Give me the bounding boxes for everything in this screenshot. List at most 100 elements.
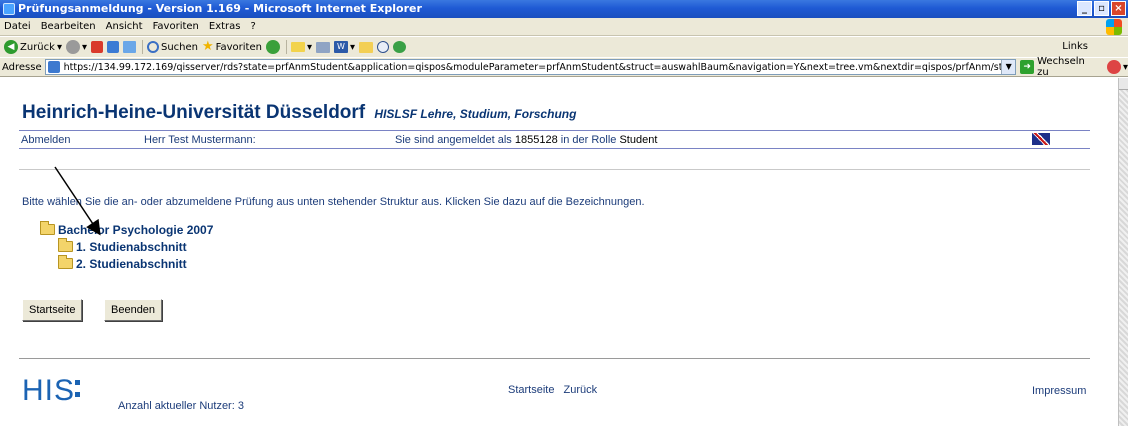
session-bar: Abmelden Herr Test Mustermann: Sie sind …	[19, 130, 1090, 149]
impressum-link[interactable]: Impressum	[1032, 385, 1086, 397]
favorites-button[interactable]: ★ Favoriten	[202, 40, 262, 54]
url-input[interactable]: https://134.99.172.169/qisserver/rds?sta…	[44, 59, 1017, 75]
refresh-icon	[107, 41, 119, 53]
language-flag-icon[interactable]	[1032, 133, 1050, 145]
footer-start-link[interactable]: Startseite	[508, 384, 554, 396]
favorites-label: Favoriten	[215, 41, 262, 53]
his-logo-dots	[75, 370, 81, 400]
back-arrow-icon: ◀	[4, 40, 18, 54]
messenger-icon	[377, 41, 390, 53]
refresh-button[interactable]	[107, 41, 119, 53]
login-prefix: Sie sind angemeldet als	[395, 134, 512, 146]
stop-icon	[91, 41, 103, 53]
footer-back-link[interactable]: Zurück	[564, 384, 598, 396]
page-content: Heinrich-Heine-Universität Düsseldorf HI…	[0, 78, 1128, 426]
page-icon	[47, 61, 60, 73]
star-icon: ★	[202, 39, 214, 54]
tree-item-label[interactable]: 2. Studienabschnitt	[76, 257, 187, 271]
maximize-button[interactable]: ▫	[1094, 1, 1109, 16]
stop-button[interactable]	[91, 41, 103, 53]
his-logo-text: HIS	[22, 374, 76, 407]
mail-icon	[290, 42, 305, 52]
ie-icon	[3, 3, 15, 15]
menu-help[interactable]: ?	[246, 21, 261, 32]
folder-open-icon	[40, 221, 55, 235]
login-info: Sie sind angemeldet als 1855128 in der R…	[395, 134, 657, 146]
back-label: Zurück	[20, 41, 55, 53]
print-button[interactable]	[316, 41, 331, 53]
go-label: Wechseln zu	[1037, 56, 1085, 78]
forward-arrow-icon	[65, 40, 80, 54]
toolbar: ◀ Zurück ▾ ▾ Suchen ★ Favoriten ▾ W ▾ Lin…	[0, 37, 1128, 57]
close-button[interactable]: ×	[1111, 1, 1126, 16]
login-mid: in der Rolle	[560, 134, 617, 146]
research-icon	[393, 41, 407, 53]
page-title: Heinrich-Heine-Universität Düsseldorf HI…	[22, 102, 576, 124]
university-name: Heinrich-Heine-Universität Düsseldorf	[22, 102, 366, 123]
footer-links: Startseite Zurück	[508, 384, 603, 396]
home-button[interactable]	[123, 41, 136, 53]
folder-icon	[58, 238, 73, 252]
divider	[19, 169, 1090, 170]
address-label: Adresse	[2, 61, 42, 73]
address-bar: Adresse https://134.99.172.169/qisserver…	[0, 56, 1128, 78]
go-button[interactable]: ➜ Wechseln zu	[1020, 56, 1099, 78]
media-button[interactable]	[265, 40, 280, 54]
window-titlebar: Prüfungsanmeldung - Version 1.169 - Micr…	[0, 0, 1128, 18]
folder-icon	[359, 41, 374, 53]
minimize-button[interactable]: _	[1077, 1, 1092, 16]
folder-button[interactable]	[359, 41, 374, 53]
toolbar-separator	[285, 40, 287, 54]
mail-button[interactable]: ▾	[290, 41, 313, 53]
messenger-button[interactable]	[377, 41, 390, 53]
vertical-scrollbar[interactable]	[1118, 78, 1128, 426]
chevron-down-icon: ▾	[306, 41, 313, 53]
folder-icon	[58, 255, 73, 269]
instruction-text: Bitte wählen Sie die an- oder abzumelden…	[22, 196, 645, 208]
links-label[interactable]: Links	[1062, 41, 1088, 52]
search-label: Suchen	[161, 41, 199, 53]
tree-item-studienabschnitt-2[interactable]: 2. Studienabschnitt	[58, 255, 213, 272]
tree-item-studienabschnitt-1[interactable]: 1. Studienabschnitt	[58, 238, 213, 255]
tree-root[interactable]: Bachelor Psychologie 2007	[40, 221, 213, 238]
window-controls: _ ▫ ×	[1077, 1, 1126, 16]
menu-bearbeiten[interactable]: Bearbeiten	[36, 21, 101, 32]
chevron-down-icon: ▾	[350, 41, 356, 53]
user-name: Herr Test Mustermann:	[144, 134, 256, 146]
tree-item-label[interactable]: 1. Studienabschnitt	[76, 240, 187, 254]
home-icon	[123, 41, 136, 53]
url-text: https://134.99.172.169/qisserver/rds?sta…	[63, 61, 1017, 73]
start-page-button[interactable]: Startseite	[22, 299, 83, 321]
menu-datei[interactable]: Datei	[0, 21, 36, 32]
page-subtitle: HISLSF Lehre, Studium, Forschung	[374, 107, 577, 121]
exam-tree: Bachelor Psychologie 2007 1. Studienabsc…	[40, 221, 213, 272]
his-logo: HIS	[22, 370, 81, 408]
scroll-up-button[interactable]	[1119, 78, 1128, 90]
media-icon	[265, 40, 280, 54]
research-button[interactable]	[393, 41, 407, 53]
menu-bar: Datei Bearbeiten Ansicht Favoriten Extra…	[0, 18, 1128, 36]
word-button[interactable]: W ▾	[334, 41, 355, 53]
chevron-down-icon[interactable]: ▾	[1123, 62, 1128, 73]
footer-divider	[19, 358, 1090, 359]
chevron-down-icon: ▾	[81, 41, 87, 53]
menu-favoriten[interactable]: Favoriten	[148, 21, 204, 32]
window-title: Prüfungsanmeldung - Version 1.169 - Micr…	[18, 2, 422, 15]
login-id: 1855128	[514, 134, 558, 146]
go-arrow-icon: ➜	[1020, 60, 1035, 74]
back-button[interactable]: ◀ Zurück ▾	[4, 40, 62, 54]
quit-button[interactable]: Beenden	[104, 299, 163, 321]
menu-extras[interactable]: Extras	[204, 21, 246, 32]
search-icon	[147, 41, 159, 53]
tree-root-label[interactable]: Bachelor Psychologie 2007	[58, 223, 213, 237]
login-role: Student	[619, 134, 658, 146]
windows-logo-icon	[1106, 19, 1122, 35]
extension-icon[interactable]	[1107, 60, 1121, 74]
logout-link[interactable]: Abmelden	[21, 134, 71, 146]
printer-icon	[316, 41, 331, 53]
forward-button[interactable]: ▾	[65, 40, 87, 54]
menu-ansicht[interactable]: Ansicht	[101, 21, 148, 32]
chevron-down-icon[interactable]: ▼	[1001, 60, 1016, 74]
search-button[interactable]: Suchen	[147, 41, 198, 53]
chevron-down-icon: ▾	[56, 41, 62, 53]
